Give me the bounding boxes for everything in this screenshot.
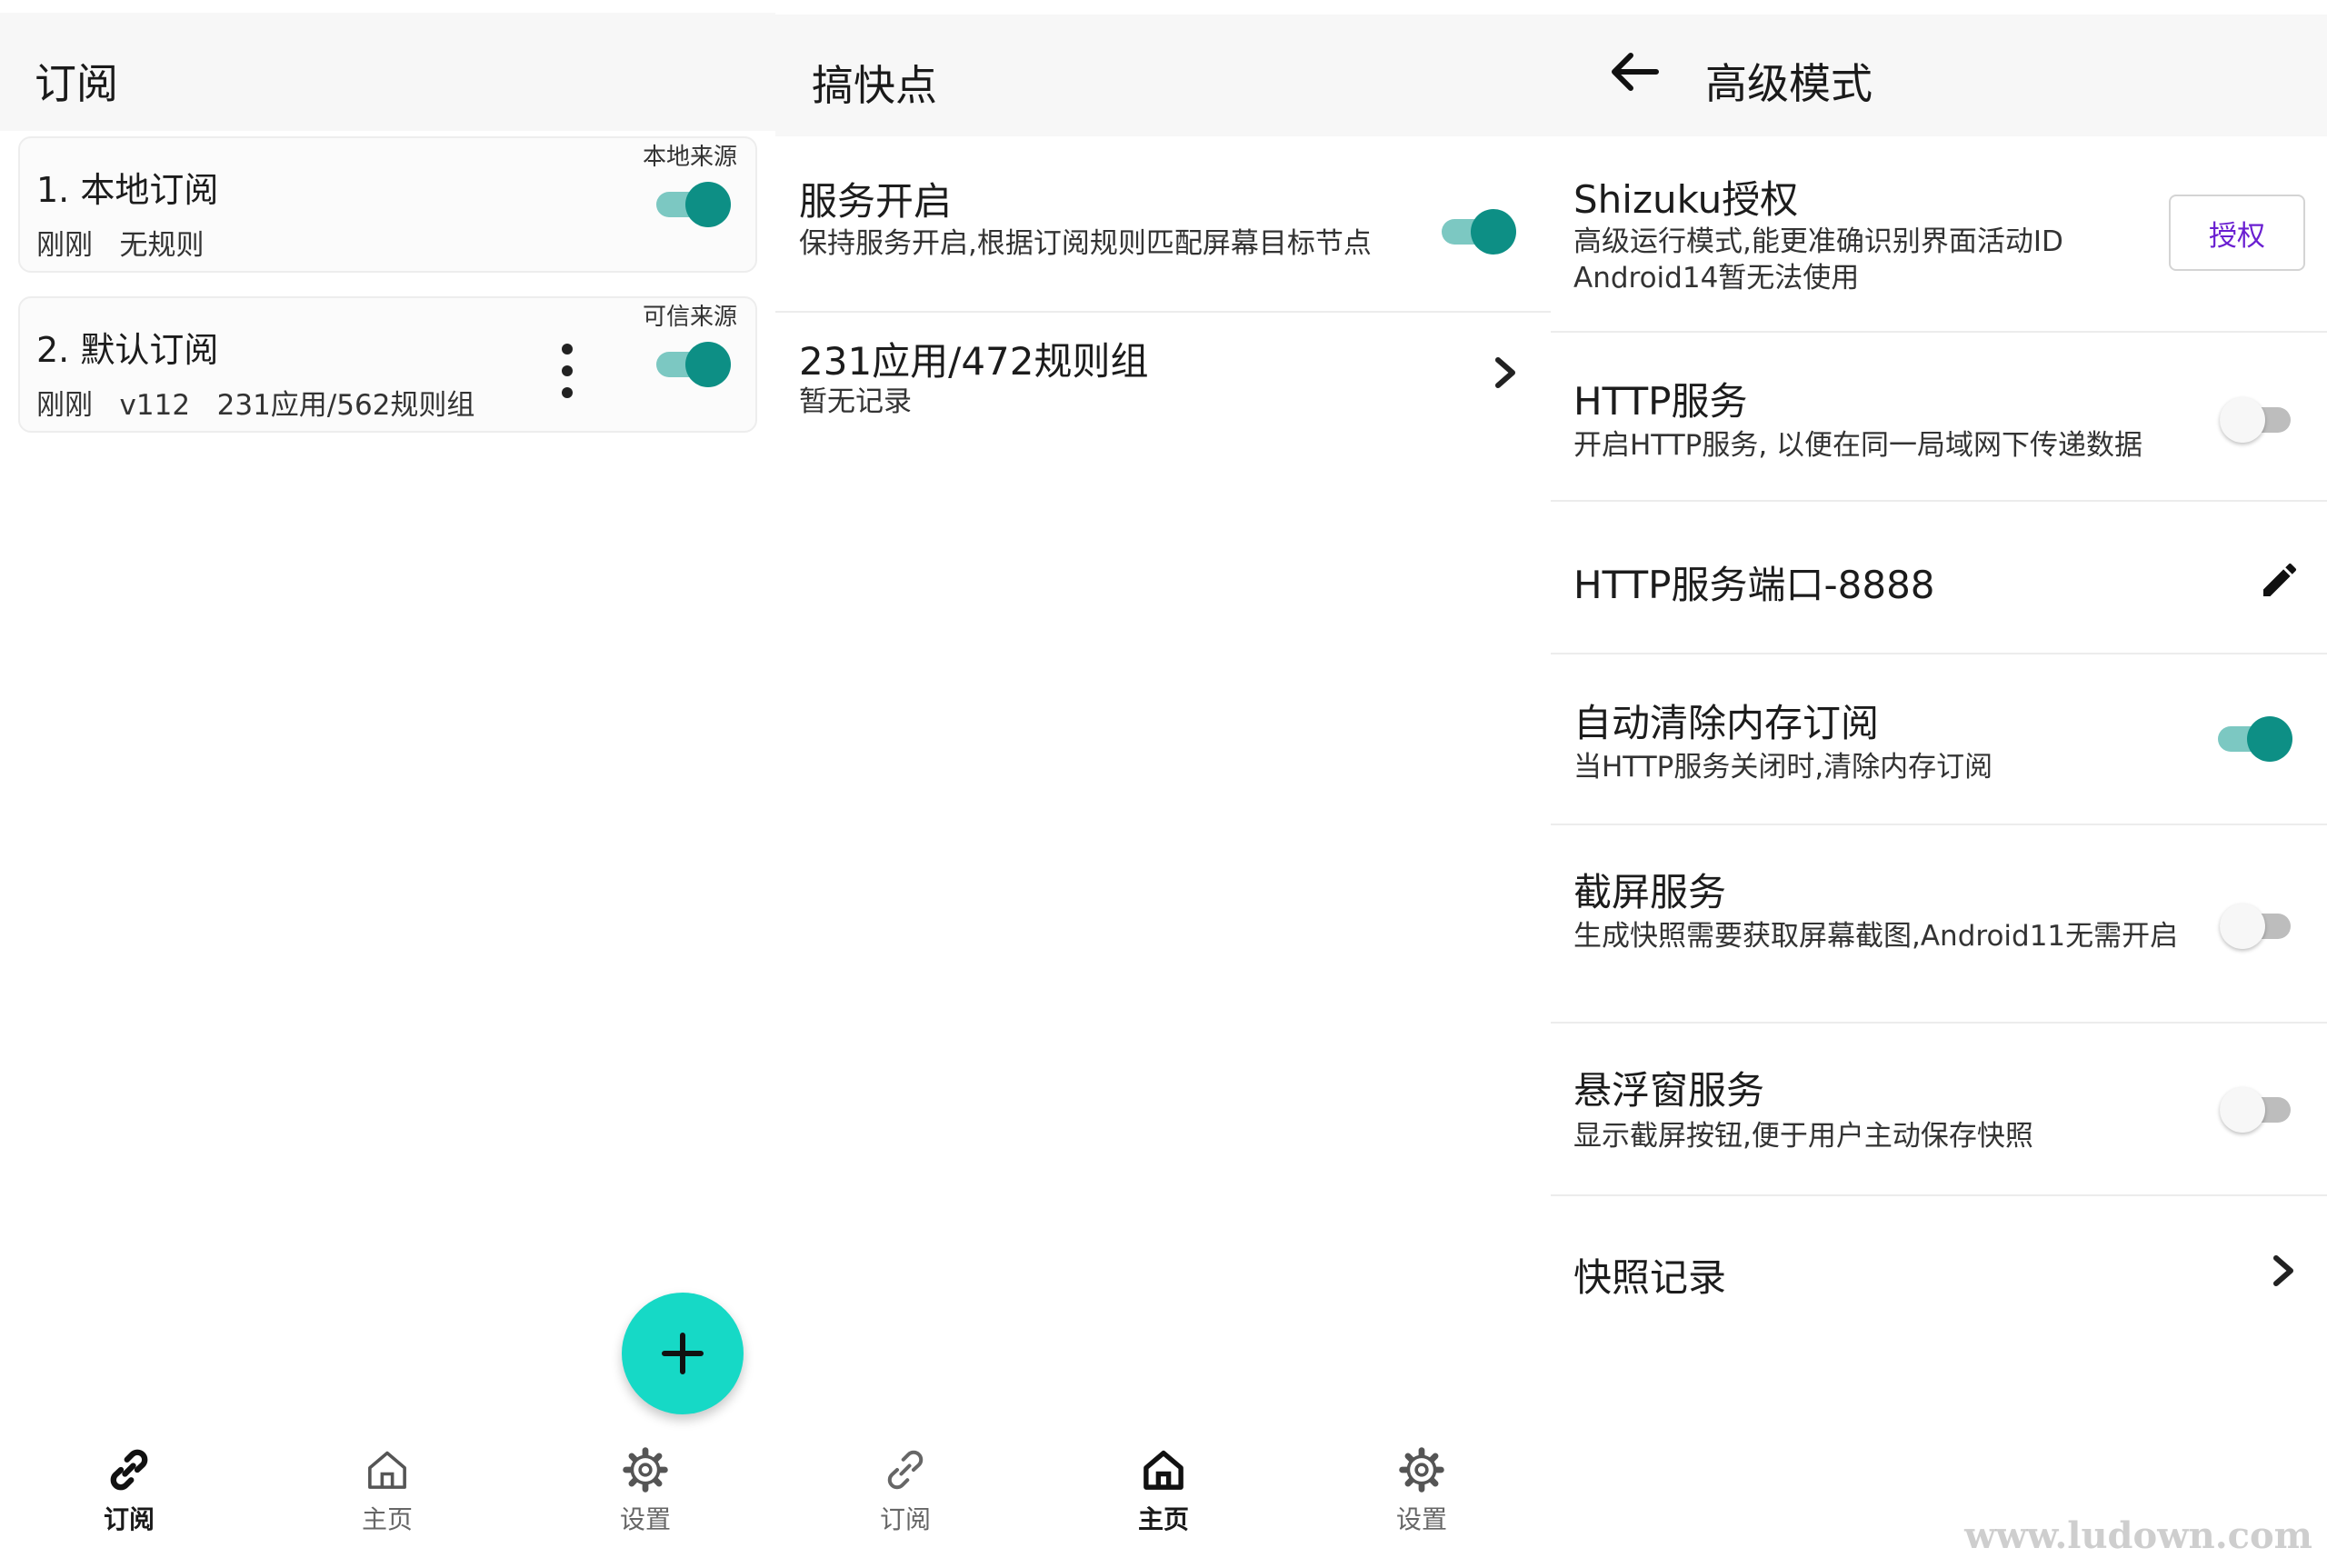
row-title: 快照记录 <box>1573 1255 1727 1300</box>
row-title: 自动清除内存订阅 <box>1573 701 1880 745</box>
subscriptions-screen: 订阅 本地来源 1. 本地订阅 刚刚 无规则 可信来源 2. 默认订阅 刚刚 v… <box>0 0 775 1568</box>
top-app-bar: 订阅 <box>0 13 775 131</box>
subscription-title: 2. 默认订阅 <box>36 330 219 370</box>
row-description: 开启HTTP服务, 以便在同一局域网下传递数据 <box>1573 429 2143 462</box>
snapshot-records-row[interactable]: 快照记录 <box>1551 1196 2327 1349</box>
row-description: 暂无记录 <box>799 385 912 418</box>
chevron-right-icon <box>2273 1255 2293 1286</box>
nav-settings[interactable]: 设置 <box>573 1436 718 1568</box>
nav-home[interactable]: 主页 <box>315 1436 460 1568</box>
home-icon <box>1144 1450 1183 1490</box>
row-title: 231应用/472规则组 <box>799 339 1149 384</box>
subscription-toggle[interactable] <box>656 342 731 387</box>
switch-thumb <box>2220 904 2265 949</box>
arrow-back-icon[interactable] <box>1609 49 1660 95</box>
nav-subscriptions[interactable]: 订阅 <box>833 1436 978 1568</box>
chevron-right-icon <box>1495 357 1515 388</box>
page-title: 高级模式 <box>1705 59 1873 108</box>
home-screen: 搞快点 服务开启 保持服务开启,根据订阅规则匹配屏幕目标节点 231应用/472… <box>775 0 1551 1568</box>
nav-settings[interactable]: 设置 <box>1349 1436 1494 1568</box>
top-app-bar: 搞快点 <box>775 15 1551 136</box>
add-subscription-button[interactable] <box>622 1293 744 1414</box>
row-title: 悬浮窗服务 <box>1573 1068 1765 1113</box>
page-title: 搞快点 <box>812 61 937 110</box>
nav-label: 主页 <box>361 1504 413 1534</box>
switch-thumb <box>685 342 731 387</box>
subscription-title: 1. 本地订阅 <box>36 170 219 210</box>
row-description: 高级运行模式,能更准确识别界面活动ID <box>1573 225 2063 258</box>
gear-icon <box>1399 1447 1444 1493</box>
authorize-button[interactable]: 授权 <box>2169 195 2305 271</box>
bottom-navigation: 订阅 主页 设置 <box>0 1436 775 1568</box>
nav-label: 订阅 <box>879 1504 931 1534</box>
link-icon <box>110 1449 148 1491</box>
screenshot-service-toggle[interactable] <box>2220 904 2294 949</box>
row-description: 显示截屏按钮,便于用户主动保存快照 <box>1573 1120 2033 1153</box>
row-title: 服务开启 <box>799 179 953 224</box>
nav-label: 设置 <box>1395 1504 1447 1534</box>
switch-thumb <box>1471 209 1516 255</box>
row-description: Android14暂无法使用 <box>1573 262 1860 295</box>
gear-icon <box>623 1447 668 1493</box>
row-title: Shizuku授权 <box>1573 177 1799 222</box>
auto-clear-row[interactable]: 自动清除内存订阅 当HTTP服务关闭时,清除内存订阅 <box>1551 654 2327 825</box>
nav-label: 订阅 <box>103 1504 155 1534</box>
subscription-toggle[interactable] <box>656 182 731 227</box>
watermark: www.ludown.com <box>1964 1514 2312 1557</box>
nav-home[interactable]: 主页 <box>1091 1436 1236 1568</box>
nav-label: 设置 <box>619 1504 671 1534</box>
floating-window-row[interactable]: 悬浮窗服务 显示截屏按钮,便于用户主动保存快照 <box>1551 1024 2327 1196</box>
top-app-bar: 高级模式 <box>1551 15 2327 136</box>
row-description: 生成快照需要获取屏幕截图,Android11无需开启 <box>1573 920 2179 953</box>
switch-thumb <box>2220 397 2265 443</box>
switch-thumb <box>685 182 731 227</box>
nav-subscriptions[interactable]: 订阅 <box>56 1436 202 1568</box>
advanced-mode-screen: 高级模式 Shizuku授权 高级运行模式,能更准确识别界面活动ID Andro… <box>1551 0 2327 1568</box>
service-toggle[interactable] <box>1442 209 1516 255</box>
row-description: 当HTTP服务关闭时,清除内存订阅 <box>1573 751 1993 784</box>
subscription-meta: 刚刚 v112 231应用/562规则组 <box>36 389 475 422</box>
floating-window-toggle[interactable] <box>2220 1087 2294 1133</box>
nav-label: 主页 <box>1137 1504 1189 1534</box>
more-vert-icon[interactable] <box>557 344 577 398</box>
rules-summary-row[interactable]: 231应用/472规则组 暂无记录 <box>775 313 1551 440</box>
bottom-navigation: 订阅 主页 设置 <box>775 1436 1551 1568</box>
service-switch-row[interactable]: 服务开启 保持服务开启,根据订阅规则匹配屏幕目标节点 <box>775 136 1551 313</box>
home-icon <box>368 1451 406 1489</box>
page-title: 订阅 <box>35 59 118 108</box>
subscription-card-default[interactable]: 可信来源 2. 默认订阅 刚刚 v112 231应用/562规则组 <box>18 296 757 433</box>
http-port-row[interactable]: HTTP服务端口-8888 <box>1551 502 2327 654</box>
switch-thumb <box>2220 1087 2265 1133</box>
row-title: 截屏服务 <box>1573 870 1727 914</box>
screenshot-service-row[interactable]: 截屏服务 生成快照需要获取屏幕截图,Android11无需开启 <box>1551 825 2327 1024</box>
source-tag: 可信来源 <box>642 304 737 331</box>
row-description: 保持服务开启,根据订阅规则匹配屏幕目标节点 <box>799 227 1372 260</box>
row-title: HTTP服务端口-8888 <box>1573 563 1935 607</box>
subscription-meta: 刚刚 无规则 <box>36 229 205 262</box>
pencil-icon[interactable] <box>2258 558 2302 602</box>
switch-thumb <box>2247 716 2292 762</box>
http-service-toggle[interactable] <box>2220 397 2294 443</box>
auto-clear-toggle[interactable] <box>2218 716 2292 762</box>
row-title: HTTP服务 <box>1573 379 1748 424</box>
subscription-card-local[interactable]: 本地来源 1. 本地订阅 刚刚 无规则 <box>18 136 757 273</box>
source-tag: 本地来源 <box>642 144 737 171</box>
plus-icon <box>662 1333 704 1374</box>
http-service-row[interactable]: HTTP服务 开启HTTP服务, 以便在同一局域网下传递数据 <box>1551 333 2327 502</box>
link-icon <box>887 1450 924 1490</box>
